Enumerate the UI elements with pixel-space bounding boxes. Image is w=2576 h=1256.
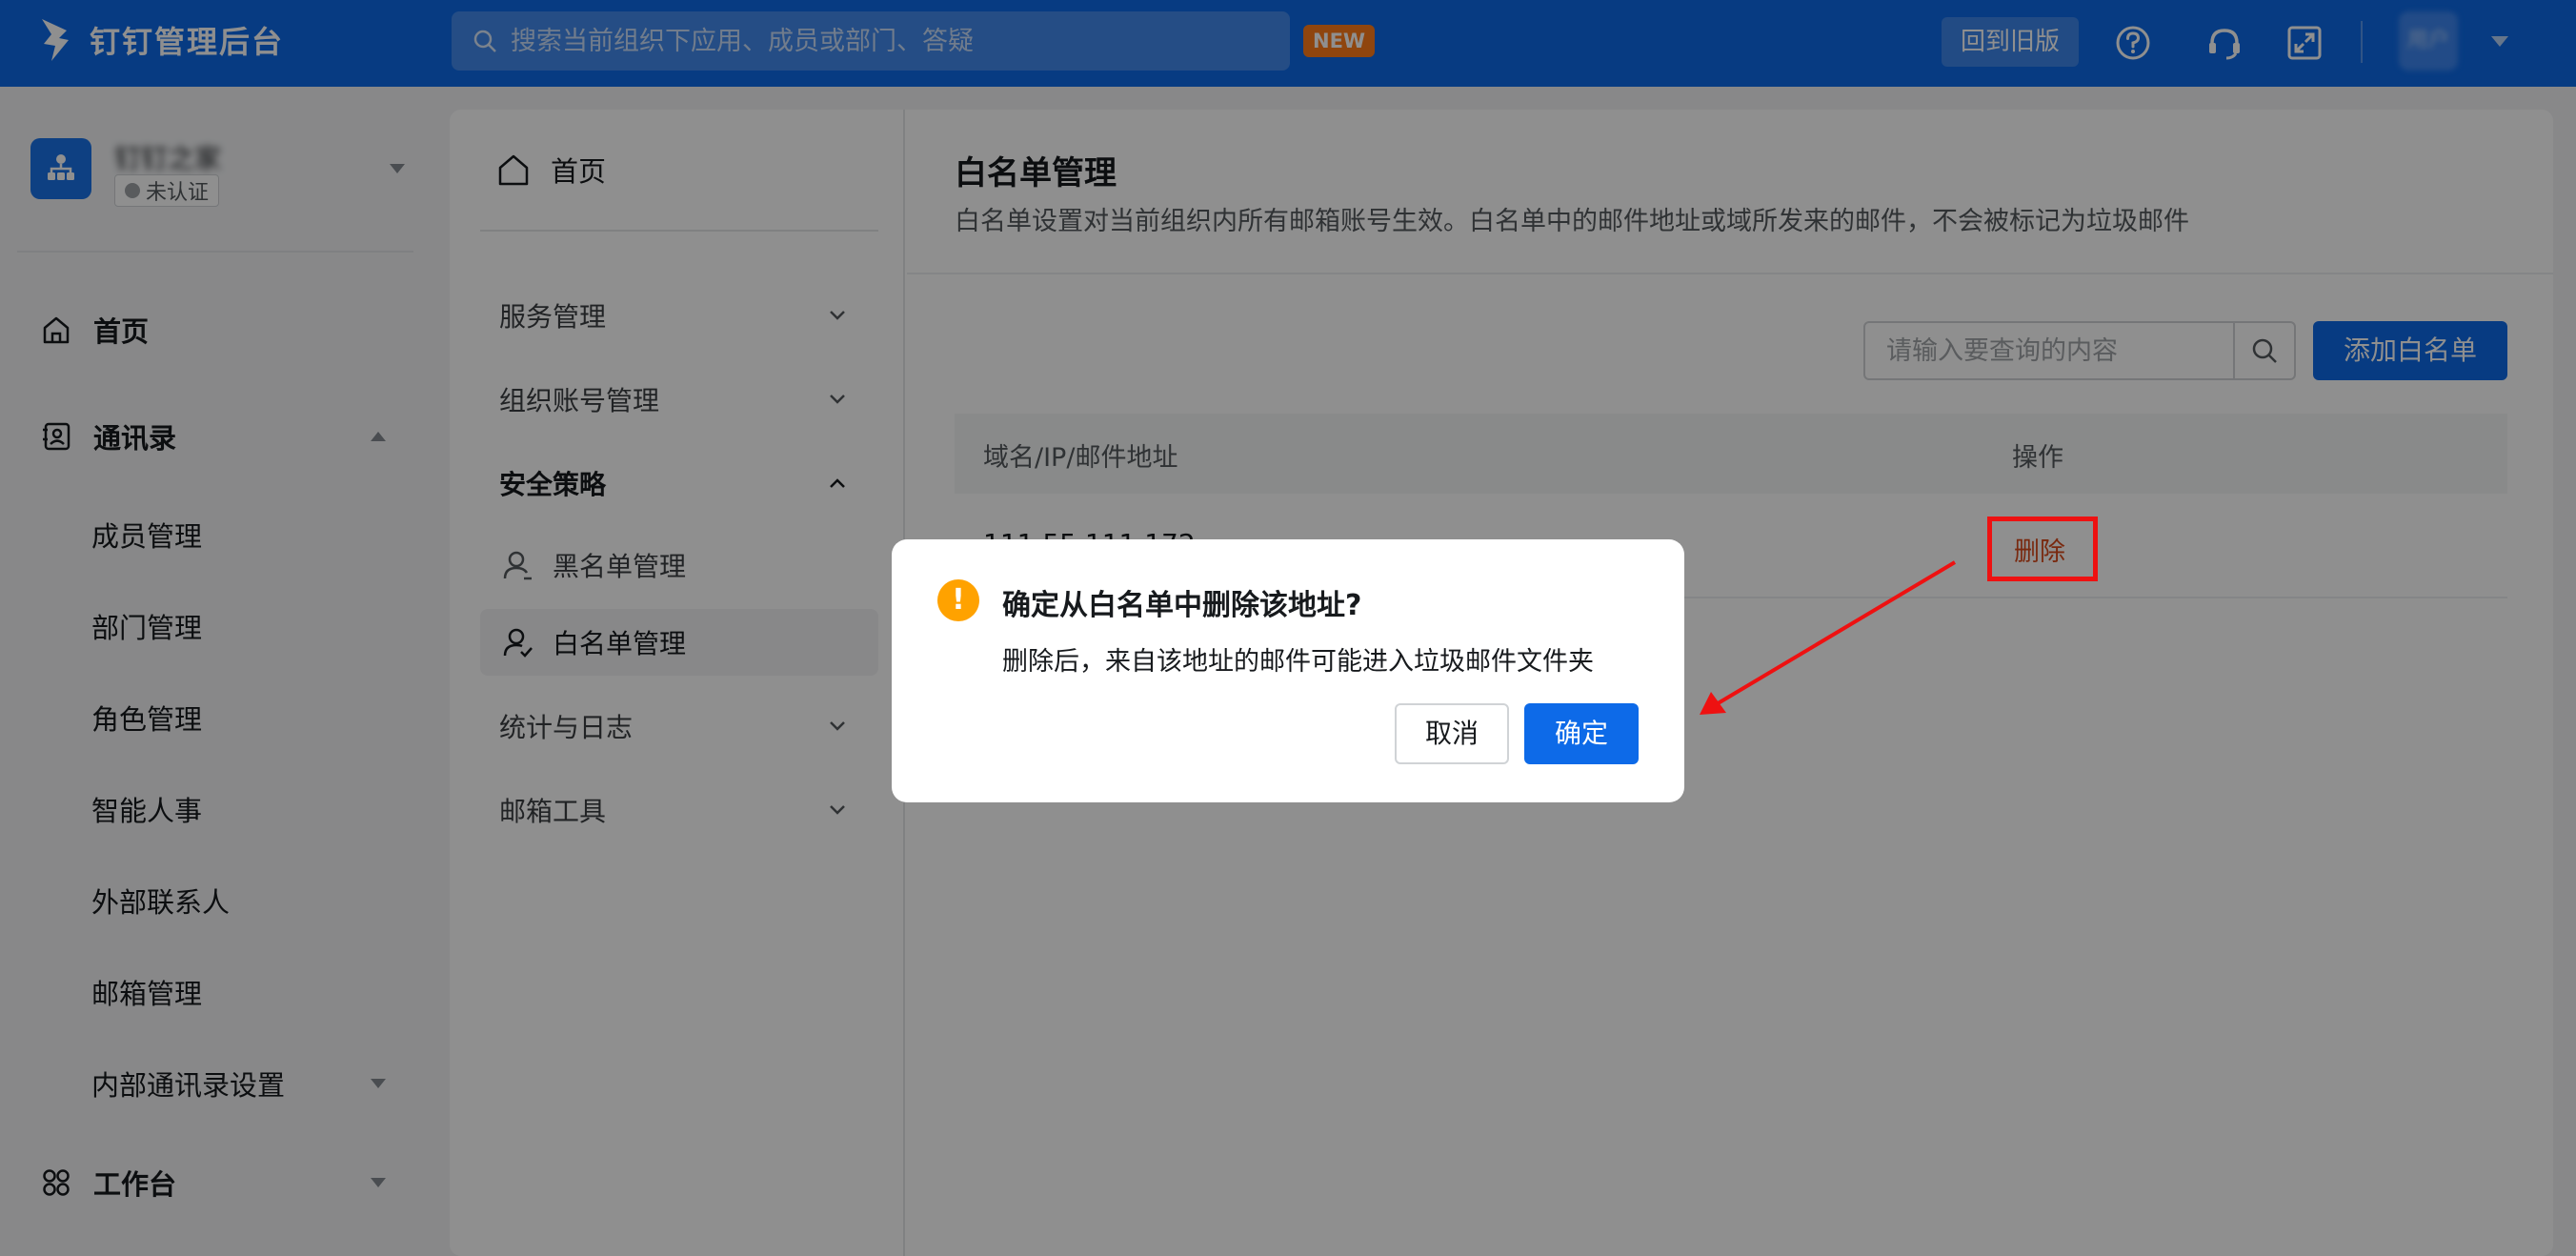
confirm-dialog: ! 确定从白名单中删除该地址? 删除后，来自该地址的邮件可能进入垃圾邮件文件夹 … (892, 539, 1684, 802)
dialog-title: 确定从白名单中删除该地址? (1002, 589, 1362, 622)
annotation-arrow (1700, 560, 1957, 715)
dialog-message: 删除后，来自该地址的邮件可能进入垃圾邮件文件夹 (1002, 647, 1594, 677)
warning-icon: ! (937, 579, 979, 621)
annotation-highlight-box (1987, 517, 2098, 581)
cancel-button[interactable]: 取消 (1395, 703, 1509, 764)
confirm-button[interactable]: 确定 (1524, 703, 1639, 764)
